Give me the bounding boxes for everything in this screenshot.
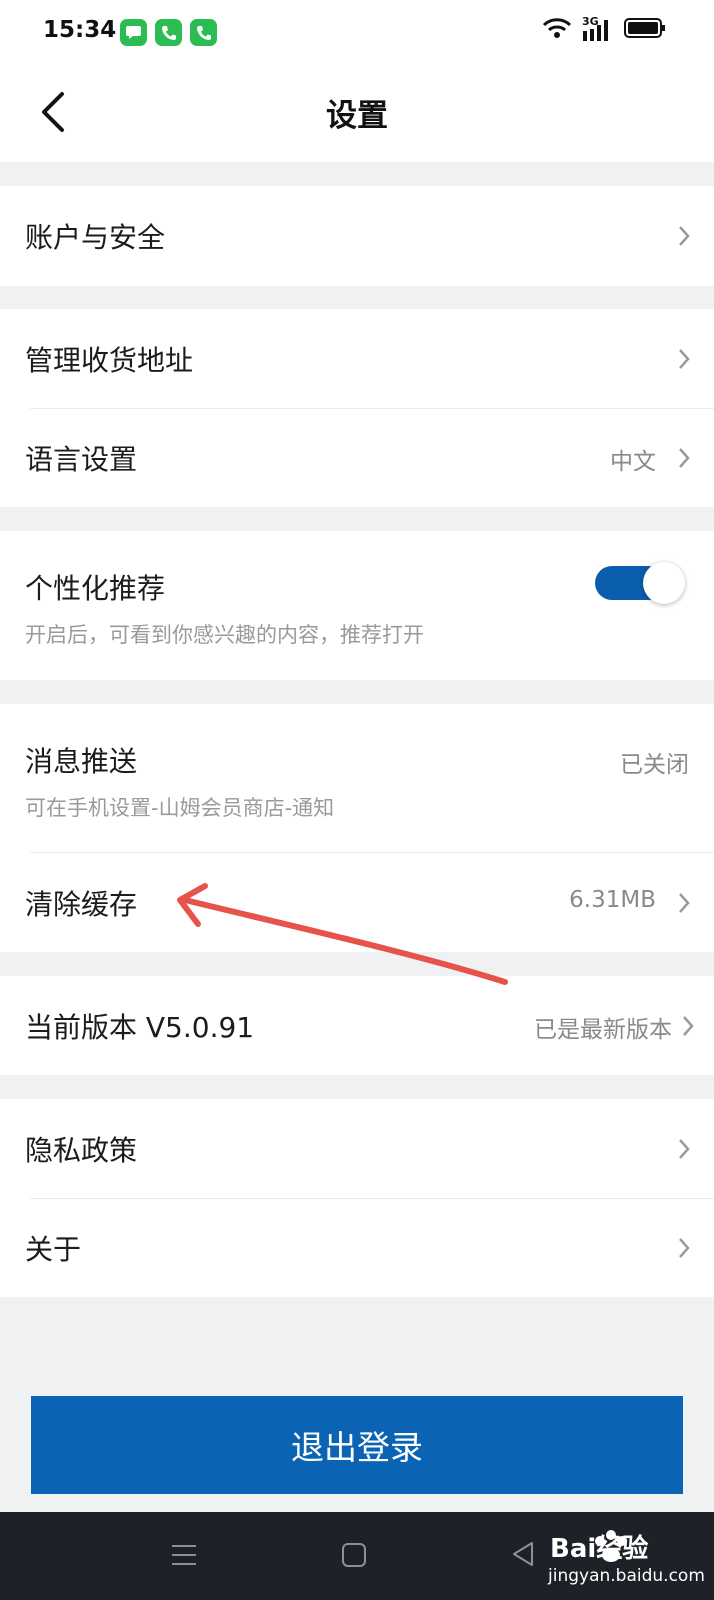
chevron-right-icon: [679, 448, 690, 468]
settings-item-language[interactable]: 语言设置 中文: [0, 409, 714, 507]
logout-button[interactable]: 退出登录: [31, 1396, 683, 1494]
chevron-right-icon: [679, 1238, 690, 1258]
nav-header: 设置: [0, 62, 714, 162]
watermark-logo-text: Bai经验: [550, 1534, 649, 1564]
chevron-right-icon: [679, 349, 690, 369]
card-version: 当前版本 V5.0.91 已是最新版本: [0, 976, 714, 1075]
status-time: 15:34: [43, 17, 117, 43]
message-icon: [120, 19, 147, 46]
signal-icon: 3G: [582, 15, 614, 43]
language-value: 中文: [610, 449, 656, 475]
home-icon[interactable]: [341, 1542, 367, 1572]
menu-icon[interactable]: [170, 1542, 198, 1572]
settings-item-manage-address[interactable]: 管理收货地址: [0, 309, 714, 408]
chevron-right-icon: [679, 226, 690, 246]
settings-item-personalized: 个性化推荐 开启后，可看到你感兴趣的内容，推荐打开: [0, 531, 714, 680]
cache-size-value: 6.31MB: [569, 887, 656, 913]
settings-item-label: 消息推送: [25, 745, 138, 778]
settings-item-description: 开启后，可看到你感兴趣的内容，推荐打开: [25, 623, 424, 647]
notification-icons: [120, 19, 217, 46]
settings-item-label: 关于: [25, 1233, 82, 1266]
watermark-url: jingyan.baidu.com: [548, 1566, 705, 1586]
phone-icon: [190, 19, 217, 46]
settings-item-clear-cache[interactable]: 清除缓存 6.31MB: [0, 853, 714, 952]
chevron-right-icon: [679, 893, 690, 913]
settings-item-label: 个性化推荐: [25, 572, 166, 605]
settings-item-description: 可在手机设置-山姆会员商店-通知: [25, 796, 335, 820]
battery-icon: [624, 17, 666, 43]
settings-item-account-security[interactable]: 账户与安全: [0, 186, 714, 286]
card-privacy-about: 隐私政策 关于: [0, 1099, 714, 1297]
settings-item-label: 隐私政策: [25, 1134, 138, 1167]
settings-item-version[interactable]: 当前版本 V5.0.91 已是最新版本: [0, 976, 714, 1075]
chevron-right-icon: [683, 1016, 694, 1036]
card-account: 账户与安全: [0, 186, 714, 286]
message-push-status: 已关闭: [620, 752, 689, 778]
settings-item-label: 账户与安全: [25, 221, 166, 254]
status-bar: 15:34 3G: [0, 0, 714, 62]
settings-item-label: 清除缓存: [25, 888, 138, 921]
card-personalized: 个性化推荐 开启后，可看到你感兴趣的内容，推荐打开: [0, 531, 714, 680]
settings-item-about[interactable]: 关于: [0, 1199, 714, 1297]
system-icons: 3G: [542, 15, 666, 44]
personalized-toggle[interactable]: [595, 562, 689, 604]
settings-item-label: 管理收货地址: [25, 344, 194, 377]
wifi-icon: [542, 16, 572, 44]
phone-icon: [155, 19, 182, 46]
settings-item-message-push[interactable]: 消息推送 已关闭 可在手机设置-山姆会员商店-通知: [0, 704, 714, 852]
back-triangle-icon[interactable]: [510, 1540, 536, 1572]
version-status: 已是最新版本: [534, 1017, 672, 1043]
chevron-right-icon: [679, 1139, 690, 1159]
settings-item-privacy[interactable]: 隐私政策: [0, 1099, 714, 1198]
settings-item-label: 语言设置: [25, 443, 138, 476]
page-title: 设置: [326, 98, 388, 134]
card-push-cache: 消息推送 已关闭 可在手机设置-山姆会员商店-通知 清除缓存 6.31MB: [0, 704, 714, 952]
card-address-language: 管理收货地址 语言设置 中文: [0, 309, 714, 507]
toggle-knob: [643, 562, 685, 604]
settings-item-label: 当前版本 V5.0.91: [25, 1011, 255, 1044]
